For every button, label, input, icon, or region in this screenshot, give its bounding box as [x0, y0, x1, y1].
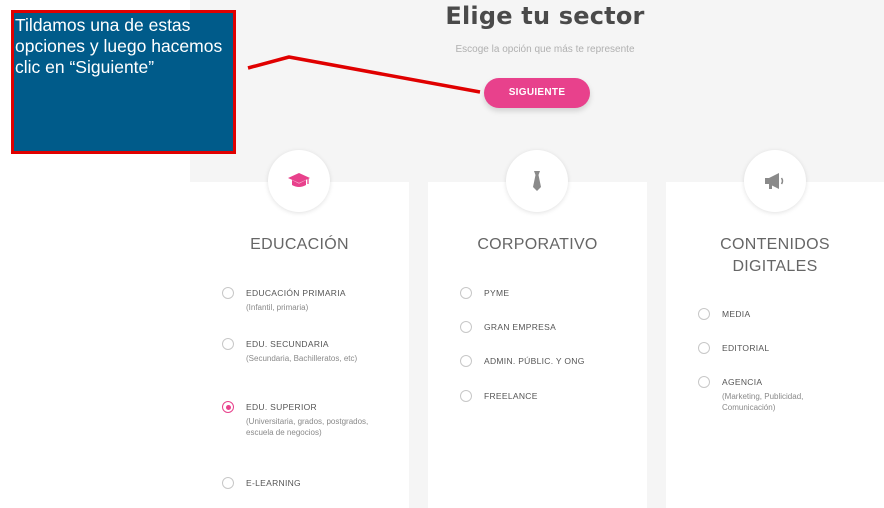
annotation-pointer-line — [247, 55, 481, 94]
